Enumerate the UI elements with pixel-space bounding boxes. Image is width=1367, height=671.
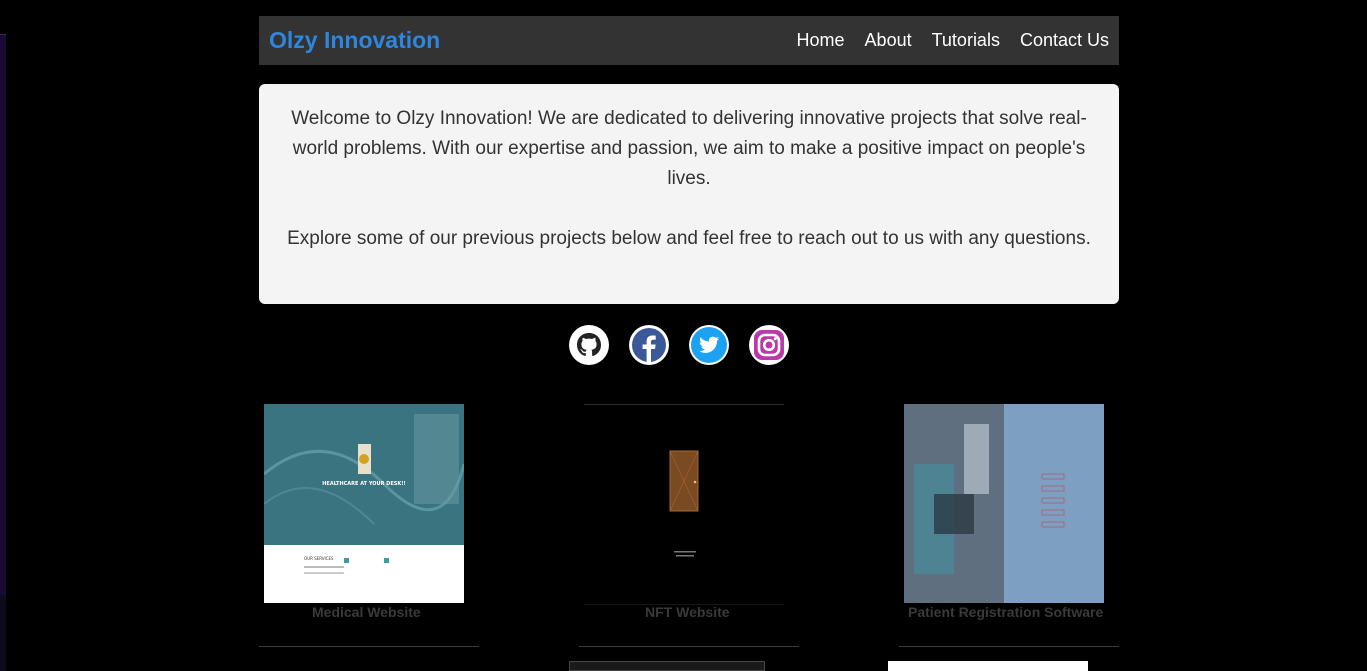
github-icon[interactable] [569, 325, 609, 365]
welcome-paragraph: Welcome to Olzy Innovation! We are dedic… [291, 108, 1087, 189]
medical-website-thumbnail[interactable]: HEALTHCARE AT YOUR DESK!! OUR SERVICES [264, 404, 464, 603]
project-card-nft[interactable] [584, 404, 784, 603]
project-title-medical[interactable]: Medical Website [312, 604, 421, 620]
patient-software-thumbnail[interactable] [904, 404, 1104, 603]
project-card-medical[interactable]: HEALTHCARE AT YOUR DESK!! OUR SERVICES [264, 404, 464, 603]
medical-hero-text: HEALTHCARE AT YOUR DESK!! [322, 481, 406, 487]
medical-services-heading: OUR SERVICES [304, 556, 334, 561]
brand-title[interactable]: Olzy Innovation [269, 27, 440, 54]
twitter-icon[interactable] [689, 325, 729, 365]
window-edge [0, 0, 6, 671]
top-navbar: Olzy Innovation Home About Tutorials Con… [259, 16, 1119, 65]
social-links [569, 325, 789, 365]
row-divider [259, 646, 479, 647]
welcome-card: Welcome to Olzy Innovation! We are dedic… [259, 84, 1119, 304]
project-title-nft[interactable]: NFT Website [645, 604, 730, 620]
nav-menu: Home About Tutorials Contact Us [797, 30, 1109, 51]
project-thumbnail-partial[interactable] [888, 661, 1088, 671]
nav-about-link[interactable]: About [865, 30, 912, 51]
project-thumbnail-partial[interactable] [569, 661, 765, 671]
nav-home-link[interactable]: Home [797, 30, 845, 51]
project-card-patient[interactable] [904, 404, 1104, 603]
project-title-patient[interactable]: Patient Registration Software [908, 604, 1103, 620]
nav-contact-link[interactable]: Contact Us [1020, 30, 1109, 51]
row-divider [899, 646, 1119, 647]
nav-tutorials-link[interactable]: Tutorials [932, 30, 1000, 51]
facebook-icon[interactable] [629, 325, 669, 365]
instagram-icon[interactable] [749, 325, 789, 365]
nft-website-thumbnail[interactable] [584, 404, 784, 603]
explore-paragraph: Explore some of our previous projects be… [287, 228, 1091, 249]
row-divider [579, 646, 799, 647]
